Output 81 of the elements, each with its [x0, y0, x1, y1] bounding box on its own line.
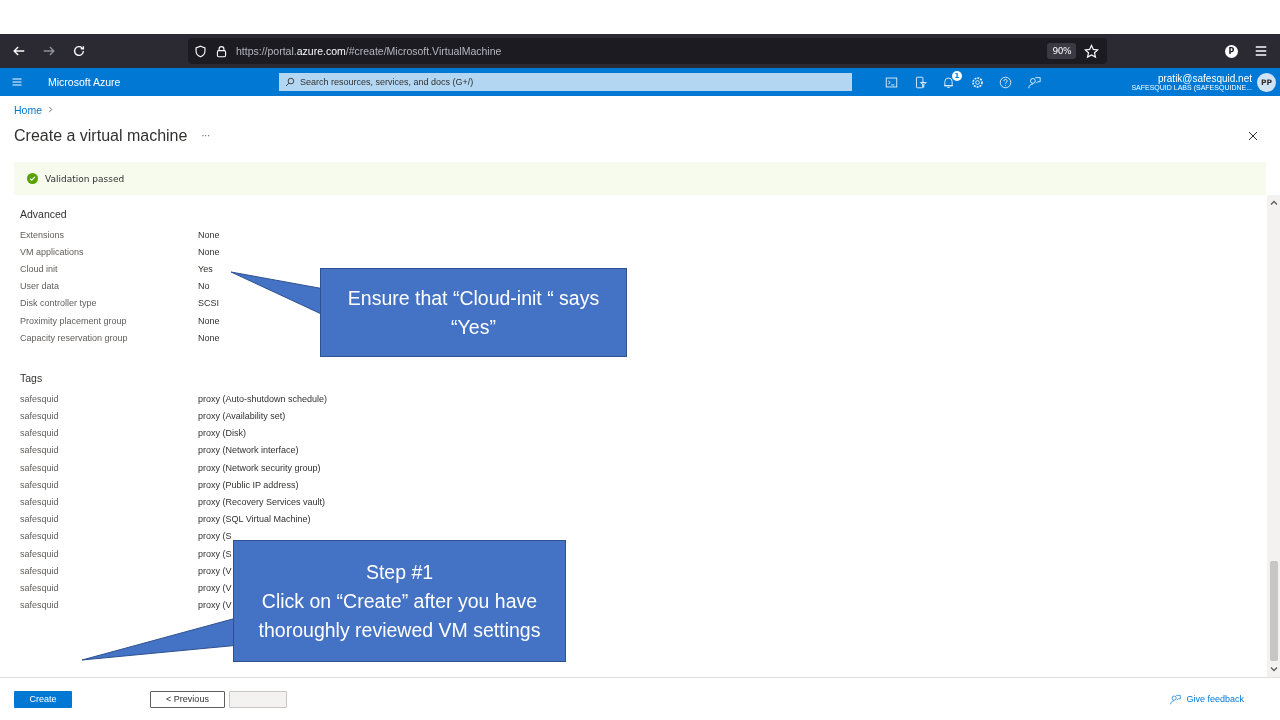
field-value: proxy (V	[198, 565, 232, 576]
url-text: https://portal.azure.com/#create/Microsoft.VirtualMachine	[236, 45, 502, 57]
field-value: None	[198, 246, 220, 257]
scrollbar-thumb[interactable]	[1269, 561, 1278, 661]
close-icon[interactable]	[1248, 131, 1258, 141]
field-value: proxy (Auto-shutdown schedule)	[198, 393, 328, 404]
field-label: Disk controller type	[20, 298, 98, 309]
field-value: None	[198, 229, 220, 240]
field-label: safesquid	[20, 393, 60, 404]
profile-avatar[interactable]: P	[1225, 44, 1238, 58]
field-label: safesquid	[20, 514, 60, 525]
field-label: safesquid	[20, 497, 60, 508]
previous-button[interactable]: < Previous	[150, 690, 225, 708]
feedback-icon[interactable]	[1027, 75, 1041, 89]
field-label: safesquid	[20, 600, 60, 611]
settings-icon[interactable]	[970, 75, 984, 89]
field-value: proxy (Network security group)	[198, 462, 321, 473]
account-email[interactable]: pratik@safesquid.net	[1157, 72, 1252, 84]
field-value: Yes	[198, 263, 213, 274]
callout-text: Click on “Create” after you have thoroughly reviewed VM settings	[257, 588, 542, 643]
field-value: proxy (S	[198, 548, 232, 559]
address-bar[interactable]: https://portal.azure.com/#create/Microsoft.VirtualMachine 90%	[188, 38, 1107, 64]
forward-icon[interactable]	[42, 44, 56, 58]
bell-icon[interactable]	[942, 75, 955, 89]
field-value: proxy (V	[198, 600, 232, 611]
field-label: VM applications	[20, 246, 85, 257]
feedback-icon	[1170, 693, 1182, 705]
field-label: safesquid	[20, 582, 60, 593]
star-icon[interactable]	[1084, 43, 1099, 59]
menu-icon[interactable]	[1254, 44, 1268, 58]
field-label: User data	[20, 281, 61, 292]
field-value: SCSI	[198, 298, 219, 309]
zoom-level[interactable]: 90%	[1047, 43, 1076, 59]
more-options[interactable]: ···	[201, 131, 210, 141]
section-heading: Tags	[20, 372, 44, 385]
create-button[interactable]: Create	[14, 690, 72, 708]
field-label: safesquid	[20, 445, 60, 456]
field-value: proxy (Availability set)	[198, 411, 286, 422]
scroll-down-icon[interactable]	[1269, 665, 1278, 673]
give-feedback-link[interactable]: Give feedback	[1186, 694, 1244, 704]
field-value: proxy (Disk)	[198, 428, 246, 439]
directory-filter-icon[interactable]	[913, 75, 927, 89]
field-label: safesquid	[20, 462, 60, 473]
field-label: safesquid	[20, 548, 60, 559]
field-label: safesquid	[20, 565, 60, 576]
search-icon	[285, 77, 295, 87]
field-value: proxy (Public IP address)	[198, 479, 299, 490]
callout-text: Ensure that “Cloud-init “ says “Yes”	[346, 285, 601, 340]
field-value: proxy (Network interface)	[198, 445, 299, 456]
field-label: safesquid	[20, 531, 60, 542]
lock-icon	[215, 44, 228, 58]
field-value: None	[198, 332, 220, 343]
search-field[interactable]: Search resources, services, and docs (G+/)	[279, 73, 852, 91]
terminal-icon[interactable]	[885, 75, 898, 89]
field-label: Capacity reservation group	[20, 332, 129, 343]
field-value: proxy (SQL Virtual Machine)	[198, 514, 311, 525]
brand-name[interactable]: Microsoft Azure	[48, 76, 277, 88]
field-label: Extensions	[20, 229, 66, 240]
field-label: safesquid	[20, 428, 60, 439]
field-value: proxy (V	[198, 582, 232, 593]
scrollbar[interactable]	[1267, 195, 1280, 677]
field-label: Proximity placement group	[20, 315, 128, 326]
chevron-icon	[47, 106, 54, 113]
field-value: proxy (S	[198, 531, 232, 542]
field-value: proxy (Recovery Services vault)	[198, 497, 326, 508]
page-title: Create a virtual machine	[14, 127, 188, 145]
field-label: safesquid	[20, 411, 60, 422]
field-label: safesquid	[20, 479, 60, 490]
reload-icon[interactable]	[72, 44, 86, 58]
validation-message: Validation passed	[45, 173, 125, 184]
shield-icon	[194, 44, 207, 58]
back-icon[interactable]	[12, 44, 26, 58]
breadcrumb-link[interactable]: Home	[14, 103, 42, 116]
check-circle-icon	[27, 173, 38, 184]
field-value: None	[198, 315, 220, 326]
field-value: No	[198, 281, 210, 292]
field-label: Cloud init	[20, 263, 59, 274]
callout-text: Step #1	[365, 559, 434, 585]
help-icon[interactable]	[999, 75, 1012, 89]
scroll-up-icon[interactable]	[1269, 199, 1278, 207]
section-heading: Advanced	[20, 208, 68, 220]
